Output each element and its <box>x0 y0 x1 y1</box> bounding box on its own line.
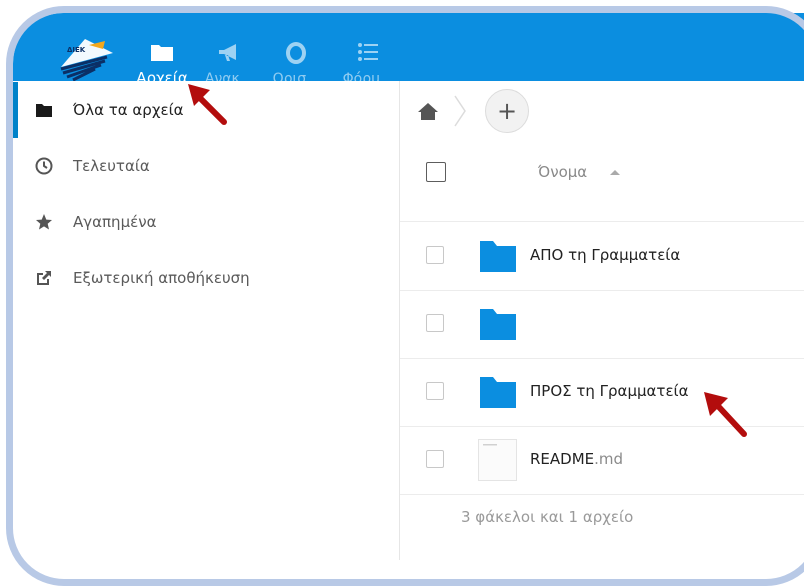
sidebar-item-label: Αγαπημένα <box>73 213 157 231</box>
add-new-button[interactable]: + <box>485 89 529 133</box>
sidebar-item-recent[interactable]: Τελευταία <box>13 138 399 194</box>
row-checkbox[interactable] <box>426 382 444 400</box>
folder-icon <box>35 101 53 119</box>
clock-icon <box>35 157 53 175</box>
breadcrumb: + <box>400 81 804 141</box>
forms-list-icon <box>337 42 399 64</box>
folder-icon <box>478 303 518 345</box>
sidebar-item-label: Όλα τα αρχεία <box>73 101 184 119</box>
circle-o-icon <box>268 42 324 64</box>
svg-text:ΔΙΕΚ: ΔΙΕΚ <box>67 46 86 54</box>
row-checkbox[interactable] <box>426 450 444 468</box>
file-name[interactable]: README.md <box>530 450 623 468</box>
home-icon[interactable] <box>417 101 439 125</box>
breadcrumb-separator-icon <box>453 95 467 131</box>
name-column-header[interactable]: Όνομα <box>538 163 587 181</box>
sidebar-item-favorites[interactable]: Αγαπημένα <box>13 194 399 250</box>
diek-logo[interactable]: ΔΙΕΚ <box>55 35 115 85</box>
file-summary: 3 φάκελοι και 1 αρχείο <box>461 508 634 526</box>
external-link-icon <box>35 269 53 287</box>
frame-corner <box>0 500 70 560</box>
file-list-header: Όνομα <box>400 141 804 222</box>
announcement-icon <box>199 42 259 64</box>
folder-icon <box>478 235 518 277</box>
file-name[interactable]: ΠΡΟΣ τη Γραμματεία <box>530 382 689 400</box>
annotation-arrow-icon <box>188 84 227 125</box>
file-list-panel: + Όνομα ΑΠΟ τη Γραμματεία ΠΡΟΣ τη Γραμμα… <box>400 81 804 560</box>
row-checkbox[interactable] <box>426 314 444 332</box>
header-bar: ΔΙΕΚ Αρχεία Ανακ... Ορισ... Φόρμ... <box>13 13 804 87</box>
sidebar-item-external-storage[interactable]: Εξωτερική αποθήκευση <box>13 250 399 306</box>
file-row-apo[interactable]: ΑΠΟ τη Γραμματεία <box>400 222 804 291</box>
folder-icon <box>131 42 193 64</box>
select-all-checkbox[interactable] <box>426 162 446 182</box>
annotation-arrow-icon <box>704 392 747 437</box>
text-file-icon <box>478 439 518 481</box>
sort-ascending-icon[interactable] <box>610 170 620 175</box>
file-extension: .md <box>594 450 624 468</box>
file-basename: README <box>530 450 595 468</box>
file-name[interactable]: ΑΠΟ τη Γραμματεία <box>530 246 680 264</box>
row-checkbox[interactable] <box>426 246 444 264</box>
sidebar-item-label: Εξωτερική αποθήκευση <box>73 269 250 287</box>
file-row-unnamed[interactable] <box>400 290 804 359</box>
sidebar-item-label: Τελευταία <box>73 157 150 175</box>
folder-icon <box>478 371 518 413</box>
sidebar: Όλα τα αρχεία Τελευταία Αγαπημένα Εξωτερ… <box>13 81 400 560</box>
star-icon <box>35 213 53 231</box>
plus-icon: + <box>496 97 518 125</box>
